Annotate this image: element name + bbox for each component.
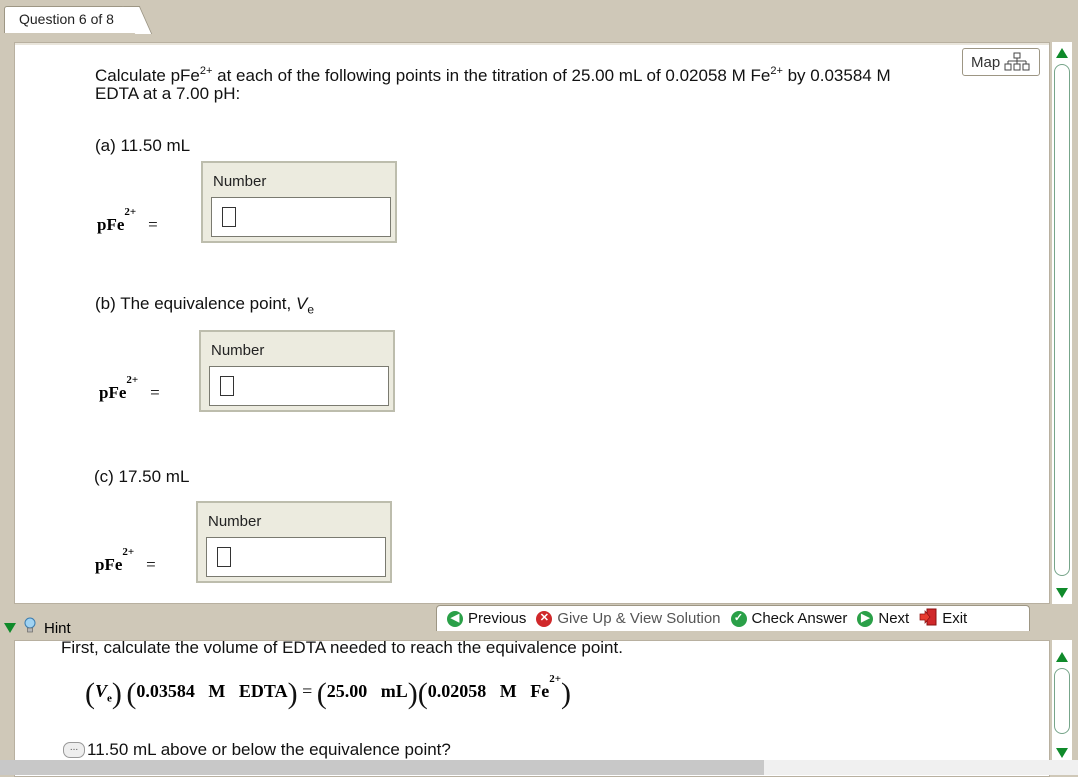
- scroll-down-arrow-icon[interactable]: [1056, 748, 1068, 758]
- pfe-charge: 2+: [126, 374, 139, 387]
- hint-toggle[interactable]: Hint: [0, 616, 440, 640]
- question-line1-pre: Calculate pFe: [95, 66, 200, 85]
- scroll-up-arrow-icon[interactable]: [1056, 48, 1068, 58]
- part-a-answer-input[interactable]: [211, 197, 391, 237]
- eq-term-3: 0.02058 M Fe: [427, 681, 550, 701]
- part-c-answer-input[interactable]: [206, 537, 386, 577]
- paren: ): [407, 677, 418, 710]
- hint-equation: (Ve) (0.03584 M EDTA) = (25.00 mL)(0.020…: [85, 674, 571, 709]
- part-c-number-label: Number: [208, 513, 262, 530]
- hint-label: Hint: [44, 619, 71, 637]
- paren: ): [111, 677, 122, 710]
- eq-equals: =: [302, 681, 313, 701]
- arrow-right-icon: ▶: [857, 610, 874, 627]
- paren: (: [417, 677, 428, 710]
- check-answer-label: Check Answer: [751, 610, 848, 627]
- give-up-button[interactable]: ✕ Give Up & View Solution: [536, 610, 721, 627]
- checkmark-icon: ✓: [730, 610, 747, 627]
- lightbulb-icon: [24, 617, 36, 639]
- part-a-number-label: Number: [213, 173, 267, 190]
- hint-panel: First, calculate the volume of EDTA need…: [14, 640, 1050, 777]
- exit-door-icon: [919, 608, 937, 630]
- question-line2: EDTA at a 7.00 pH:: [95, 84, 241, 103]
- sitemap-icon: [1004, 52, 1030, 72]
- scroll-down-arrow-icon[interactable]: [1056, 588, 1068, 598]
- paren: ): [287, 677, 298, 710]
- question-text: Calculate pFe2+ at each of the following…: [95, 65, 975, 103]
- hint-item: ... 11.50 mL above or below the equivale…: [63, 741, 451, 759]
- part-c-number-box: Number: [196, 501, 392, 583]
- question-scrollbar[interactable]: [1052, 42, 1072, 604]
- ve-sub: e: [307, 302, 315, 317]
- part-a-equation: pFe2+ =: [97, 207, 158, 235]
- part-a-number-box: Number: [201, 161, 397, 243]
- eq-term-1: 0.03584 M EDTA: [136, 681, 288, 701]
- nav-bar: ◀ Previous ✕ Give Up & View Solution ✓ C…: [436, 605, 1030, 631]
- equals-sign: =: [146, 555, 156, 574]
- part-a-label: (a) 11.50 mL: [95, 136, 191, 155]
- hint-text-1: First, calculate the volume of EDTA need…: [61, 640, 623, 657]
- previous-button[interactable]: ◀ Previous: [447, 610, 526, 627]
- eq-term-2: 25.00 mL: [326, 681, 408, 701]
- pfe-charge: 2+: [124, 206, 137, 219]
- ion-charge: 2+: [199, 65, 213, 77]
- pfe-charge: 2+: [122, 546, 135, 559]
- pfe-symbol: pFe: [99, 383, 127, 402]
- map-button[interactable]: Map: [962, 48, 1040, 76]
- hint-text-2: 11.50 mL above or below the equivalence …: [87, 740, 451, 759]
- more-icon[interactable]: ...: [63, 742, 85, 758]
- scroll-up-arrow-icon[interactable]: [1056, 652, 1068, 662]
- ion-charge-2: 2+: [770, 65, 783, 77]
- paren: ): [561, 677, 571, 710]
- ve-var: V: [95, 681, 108, 701]
- scroll-track[interactable]: [1054, 64, 1070, 576]
- next-label: Next: [878, 610, 910, 627]
- ve-var: V: [295, 294, 308, 313]
- input-cursor: [220, 376, 234, 396]
- question-tab: Question 6 of 8: [4, 6, 137, 33]
- part-b-label-text: (b) The equivalence point,: [95, 294, 296, 313]
- paren: (: [316, 677, 327, 710]
- part-b-equation: pFe2+ =: [99, 375, 160, 403]
- part-b-answer-input[interactable]: [209, 366, 389, 406]
- paren: (: [85, 677, 95, 710]
- part-c-label: (c) 17.50 mL: [94, 467, 190, 486]
- horizontal-scrollbar[interactable]: [0, 760, 764, 775]
- part-b-number-box: Number: [199, 330, 395, 412]
- scroll-track[interactable]: [1054, 668, 1070, 734]
- x-circle-icon: ✕: [536, 610, 553, 627]
- question-line1-mid: at each of the following points in the t…: [212, 66, 771, 85]
- check-answer-button[interactable]: ✓ Check Answer: [730, 610, 848, 627]
- question-line1-post: by 0.03584 M: [782, 66, 891, 85]
- hint-scrollbar[interactable]: [1052, 640, 1072, 760]
- triangle-down-icon: [4, 623, 16, 633]
- part-b-number-label: Number: [211, 342, 265, 359]
- panel-top-line: [15, 43, 1049, 45]
- paren: (: [126, 677, 137, 710]
- part-b-label: (b) The equivalence point, Ve: [95, 295, 314, 318]
- give-up-label: Give Up & View Solution: [557, 610, 721, 627]
- equals-sign: =: [150, 383, 160, 402]
- map-label: Map: [971, 53, 1001, 71]
- eq-charge: 2+: [549, 673, 561, 685]
- input-cursor: [217, 547, 231, 567]
- pfe-symbol: pFe: [97, 215, 125, 234]
- exit-label: Exit: [942, 610, 968, 627]
- arrow-left-icon: ◀: [447, 610, 463, 627]
- question-panel: Calculate pFe2+ at each of the following…: [14, 42, 1050, 604]
- input-cursor: [222, 207, 236, 227]
- pfe-symbol: pFe: [95, 555, 123, 574]
- previous-label: Previous: [468, 610, 527, 627]
- exit-button[interactable]: Exit: [919, 608, 967, 630]
- equals-sign: =: [148, 215, 158, 234]
- horizontal-scrollbar-track: [764, 760, 1078, 775]
- question-tab-label: Question 6 of 8: [19, 11, 114, 27]
- part-c-equation: pFe2+ =: [95, 547, 156, 575]
- next-button[interactable]: ▶ Next: [857, 610, 909, 627]
